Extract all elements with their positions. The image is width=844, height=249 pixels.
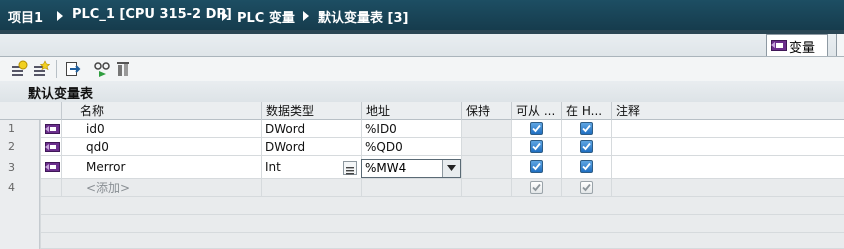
- hmi-visible-cell: [561, 120, 611, 138]
- insert-row-icon[interactable]: [32, 60, 50, 78]
- row-number: 1: [0, 120, 40, 138]
- header-name[interactable]: 名称: [61, 102, 261, 120]
- tab-overflow[interactable]: [836, 34, 844, 56]
- row-number-empty: [0, 233, 40, 249]
- tag-comment[interactable]: [611, 156, 844, 179]
- breadcrumb-plc[interactable]: PLC_1 [CPU 315-2 DP]: [72, 7, 232, 22]
- header-retain[interactable]: 保持: [461, 102, 511, 120]
- tag-comment[interactable]: [611, 138, 844, 156]
- hmi-visible-cell: [561, 156, 611, 179]
- empty-row: [0, 215, 844, 233]
- chevron-down-icon: [447, 165, 456, 171]
- row-number-empty: [0, 197, 40, 215]
- tag-datatype: [261, 179, 361, 197]
- tag-address[interactable]: %QD0: [361, 138, 461, 156]
- row-number: 3: [0, 156, 40, 179]
- tag-icon: [45, 162, 60, 172]
- tag-name[interactable]: qd0: [61, 138, 261, 156]
- header-comment[interactable]: 注释: [611, 102, 844, 120]
- table-row[interactable]: 2 qd0 DWord %QD0: [0, 138, 844, 156]
- tag-retain: [461, 156, 511, 179]
- header-address[interactable]: 地址: [361, 102, 461, 120]
- header-datatype[interactable]: 数据类型: [261, 102, 361, 120]
- tag-comment: [611, 179, 844, 197]
- hmi-accessible-cell: [511, 120, 561, 138]
- table-title: 默认变量表: [28, 87, 94, 102]
- hmi-accessible-checkbox: [530, 181, 543, 194]
- breadcrumb-default-tag-table[interactable]: 默认变量表 [3]: [318, 7, 408, 26]
- export-icon[interactable]: [64, 60, 82, 78]
- table-row-add[interactable]: 4 <添加>: [0, 179, 844, 197]
- tag-datatype[interactable]: DWord: [261, 138, 361, 156]
- tag-icon: [45, 142, 60, 152]
- chevron-right-icon: [222, 11, 228, 21]
- address-dropdown-button[interactable]: [442, 160, 460, 177]
- toolbar-separator: [56, 60, 57, 78]
- tag-icon: [45, 124, 60, 134]
- empty-row-body: [40, 233, 844, 249]
- add-new-tag[interactable]: <添加>: [61, 179, 261, 197]
- hmi-visible-cell: [561, 138, 611, 156]
- add-tag-icon[interactable]: [10, 60, 28, 78]
- hmi-accessible-cell: [511, 138, 561, 156]
- row-number: 4: [0, 179, 40, 197]
- tag-address[interactable]: %ID0: [361, 120, 461, 138]
- row-icon-cell: [40, 120, 61, 138]
- monitor-icon[interactable]: [93, 60, 111, 78]
- empty-row: [0, 233, 844, 249]
- header-rownum: [0, 102, 40, 120]
- list-icon: [346, 167, 354, 175]
- delete-unused-icon[interactable]: [115, 60, 133, 78]
- tab-strip: [0, 34, 844, 57]
- hmi-visible-checkbox: [580, 181, 593, 194]
- chevron-right-icon: [57, 11, 63, 21]
- hmi-accessible-cell: [511, 156, 561, 179]
- hmi-accessible-checkbox[interactable]: [530, 122, 543, 135]
- hmi-visible-checkbox[interactable]: [580, 160, 593, 173]
- hmi-visible-cell: [561, 179, 611, 197]
- breadcrumb-plc-tags[interactable]: PLC 变量: [237, 7, 295, 26]
- hmi-visible-checkbox[interactable]: [580, 122, 593, 135]
- tag-name[interactable]: Merror: [61, 156, 261, 179]
- row-icon-cell: [40, 156, 61, 179]
- tag-comment[interactable]: [611, 120, 844, 138]
- hmi-accessible-checkbox[interactable]: [530, 160, 543, 173]
- breadcrumb-project[interactable]: 项目1: [8, 7, 43, 26]
- header-hmi-visible[interactable]: 在 H...: [561, 102, 611, 120]
- tia-portal-window: 项目1 PLC_1 [CPU 315-2 DP] PLC 变量 默认变量表 [3…: [0, 0, 844, 249]
- empty-row-body: [40, 215, 844, 233]
- table-title-bar: 默认变量表: [0, 81, 844, 102]
- row-number: 2: [0, 138, 40, 156]
- empty-row: [0, 197, 844, 215]
- hmi-visible-checkbox[interactable]: [580, 140, 593, 153]
- hmi-accessible-cell: [511, 179, 561, 197]
- tag-name[interactable]: id0: [61, 120, 261, 138]
- tag-retain: [461, 179, 511, 197]
- row-number-empty: [0, 215, 40, 233]
- tab-tags[interactable]: 变量: [766, 34, 828, 56]
- tag-datatype[interactable]: DWord: [261, 120, 361, 138]
- row-icon-cell: [40, 179, 61, 197]
- row-icon-cell: [40, 138, 61, 156]
- tag-retain: [461, 120, 511, 138]
- tag-icon: [771, 40, 787, 51]
- empty-row-body: [40, 197, 844, 215]
- hmi-accessible-checkbox[interactable]: [530, 140, 543, 153]
- breadcrumb: 项目1 PLC_1 [CPU 315-2 DP] PLC 变量 默认变量表 [3…: [0, 0, 844, 30]
- header-hmi-accessible[interactable]: 可从 ...: [511, 102, 561, 120]
- table-row[interactable]: 1 id0 DWord %ID0: [0, 120, 844, 138]
- tab-tags-label: 变量: [789, 41, 816, 56]
- tag-address: [361, 179, 461, 197]
- tag-retain: [461, 138, 511, 156]
- chevron-right-icon: [303, 11, 309, 21]
- datatype-picker-button[interactable]: [343, 161, 357, 175]
